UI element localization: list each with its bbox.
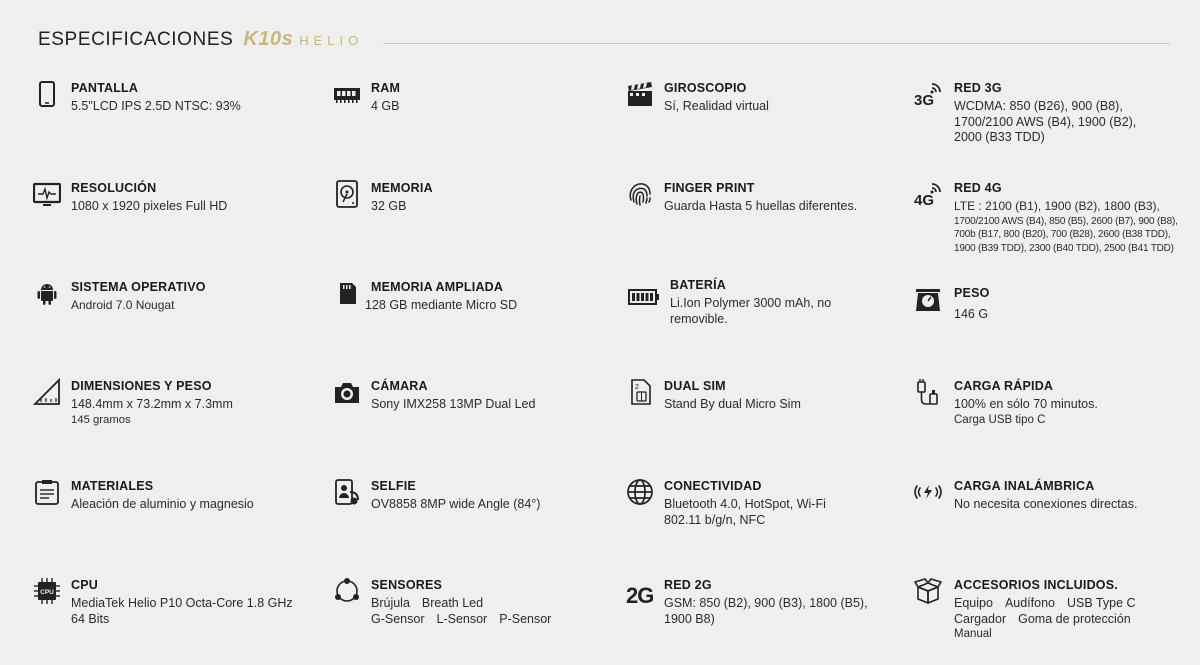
svg-text:4G: 4G: [914, 192, 934, 208]
wireless-charging-icon: [914, 478, 942, 506]
spec-value: Aleación de aluminio y magnesio: [71, 497, 254, 511]
spec-value: GSM: 850 (B2), 900 (B3), 1800 (B5), 1900…: [664, 596, 868, 626]
accessory-item: USB Type C: [1066, 596, 1136, 610]
spec-label: RED 3G: [954, 81, 1002, 95]
spec-value-secondary: 1700/2100 AWS (B4), 850 (B5), 2600 (B7),…: [954, 215, 1178, 254]
spec-label: CARGA INALÁMBRICA: [954, 479, 1095, 493]
spec-value-row: G-Sensor L-Sensor P-Sensor: [371, 612, 599, 628]
globe-icon: [626, 478, 654, 506]
3g-signal-icon: 3G: [914, 80, 942, 108]
ram-chip-icon: [333, 80, 361, 108]
spec-value: 148.4mm x 73.2mm x 7.3mm: [71, 397, 233, 411]
spec-label: PANTALLA: [71, 81, 139, 95]
model-subtitle: HELIO: [299, 33, 364, 48]
spec-label: BATERÍA: [670, 278, 727, 292]
spec-value: OV8858 8MP wide Angle (84°): [371, 497, 541, 511]
page-title: ESPECIFICACIONES: [38, 29, 234, 50]
svg-text:2G: 2G: [626, 583, 653, 605]
clapperboard-icon: [626, 80, 654, 108]
spec-value-secondary: 145 gramos: [71, 413, 131, 426]
spec-value-secondary: Carga USB tipo C: [954, 413, 1046, 426]
camera-icon: [333, 378, 361, 406]
hard-drive-icon: [333, 180, 361, 208]
spec-label: RESOLUCIÓN: [71, 181, 157, 195]
4g-signal-icon: 4G: [914, 180, 942, 208]
fingerprint-icon: [626, 180, 654, 208]
spec-label: MEMORIA AMPLIADA: [371, 280, 504, 294]
model-name: K10s: [243, 28, 294, 50]
android-icon: [33, 279, 61, 307]
sensor-item: Breath Led: [421, 596, 484, 610]
scale-icon: [914, 285, 942, 313]
clipboard-icon: [33, 478, 61, 506]
page-header: ESPECIFICACIONES K10s HELIO: [38, 28, 363, 51]
selfie-icon: [333, 478, 361, 506]
spec-value-row: Cargador Goma de protección: [954, 612, 1182, 628]
spec-value: 4 GB: [371, 99, 400, 113]
spec-label: CONECTIVIDAD: [664, 479, 762, 493]
sensor-item: G-Sensor: [371, 611, 425, 626]
accessory-item: Manual: [954, 628, 992, 640]
spec-value: 32 GB: [371, 199, 407, 213]
ruler-icon: [33, 378, 61, 406]
battery-icon: [626, 282, 660, 310]
spec-label: RED 4G: [954, 181, 1002, 195]
sensor-item: L-Sensor: [436, 611, 488, 626]
spec-label: PESO: [954, 286, 990, 300]
smartphone-icon: [33, 80, 61, 108]
spec-value: Bluetooth 4.0, HotSpot, Wi-Fi 802.11 b/g…: [664, 497, 826, 527]
spec-label: DUAL SIM: [664, 379, 726, 393]
spec-label: CPU: [71, 578, 98, 592]
spec-value: 5.5"LCD IPS 2.5D NTSC: 93%: [71, 99, 241, 113]
2g-icon: 2G: [626, 577, 654, 605]
header-divider: [383, 43, 1170, 44]
spec-label: SELFIE: [371, 479, 416, 493]
spec-label: SISTEMA OPERATIVO: [71, 280, 206, 294]
spec-value: WCDMA: 850 (B26), 900 (B8), 1700/2100 AW…: [954, 99, 1137, 144]
spec-value-row: Equipo Audífono USB Type C: [954, 596, 1182, 612]
spec-value: MediaTek Helio P10 Octa-Core 1.8 GHz 64 …: [71, 596, 293, 626]
spec-value: 128 GB mediante Micro SD: [365, 298, 518, 312]
spec-label: ACCESORIOS INCLUIDOS.: [954, 578, 1118, 592]
sensors-icon: [333, 577, 361, 605]
svg-text:3G: 3G: [914, 92, 934, 108]
cpu-icon: CPU: [33, 577, 61, 605]
spec-label: GIROSCOPIO: [664, 81, 747, 95]
spec-value-row: Brújula Breath Led: [371, 596, 599, 612]
spec-value: Sí, Realidad virtual: [664, 99, 769, 113]
accessory-item: Equipo: [954, 596, 993, 610]
spec-label: CARGA RÁPIDA: [954, 379, 1054, 393]
spec-value: 100% en sólo 70 minutos.: [954, 397, 1098, 411]
spec-label: RAM: [371, 81, 401, 95]
spec-value: 146 G: [954, 307, 989, 321]
accessory-item: Cargador: [954, 611, 1007, 626]
sensor-item: Brújula: [371, 596, 410, 610]
accessory-item: Goma de protección: [1018, 611, 1131, 626]
spec-value: Sony IMX258 13MP Dual Led: [371, 397, 536, 411]
svg-text:CPU: CPU: [40, 589, 54, 596]
spec-value: Stand By dual Micro Sim: [664, 397, 801, 411]
box-icon: [914, 577, 942, 605]
spec-label: DIMENSIONES Y PESO: [71, 379, 212, 393]
sd-card-icon: [333, 279, 361, 307]
spec-label: CÁMARA: [371, 379, 428, 393]
accessory-item: Audífono: [1004, 596, 1055, 610]
spec-value: Android 7.0 Nougat: [71, 298, 175, 312]
svg-text:2: 2: [635, 384, 639, 391]
spec-value: 1080 x 1920 pixeles Full HD: [71, 199, 228, 213]
spec-value: LTE : 2100 (B1), 1900 (B2), 1800 (B3),: [954, 199, 1160, 213]
spec-value: Guarda Hasta 5 huellas diferentes.: [664, 199, 858, 213]
usb-charger-icon: [914, 378, 942, 406]
spec-value: No necesita conexiones directas.: [954, 497, 1138, 511]
spec-label: SENSORES: [371, 578, 443, 592]
spec-label: RED 2G: [664, 578, 712, 592]
spec-label: MATERIALES: [71, 479, 154, 493]
spec-value: Li.Ion Polymer 3000 mAh, no removible.: [670, 296, 832, 326]
sensor-item: P-Sensor: [499, 611, 552, 626]
spec-label: MEMORIA: [371, 181, 433, 195]
spec-label: FINGER PRINT: [664, 181, 755, 195]
sim-card-icon: 2: [626, 378, 654, 406]
monitor-icon: [33, 180, 61, 208]
